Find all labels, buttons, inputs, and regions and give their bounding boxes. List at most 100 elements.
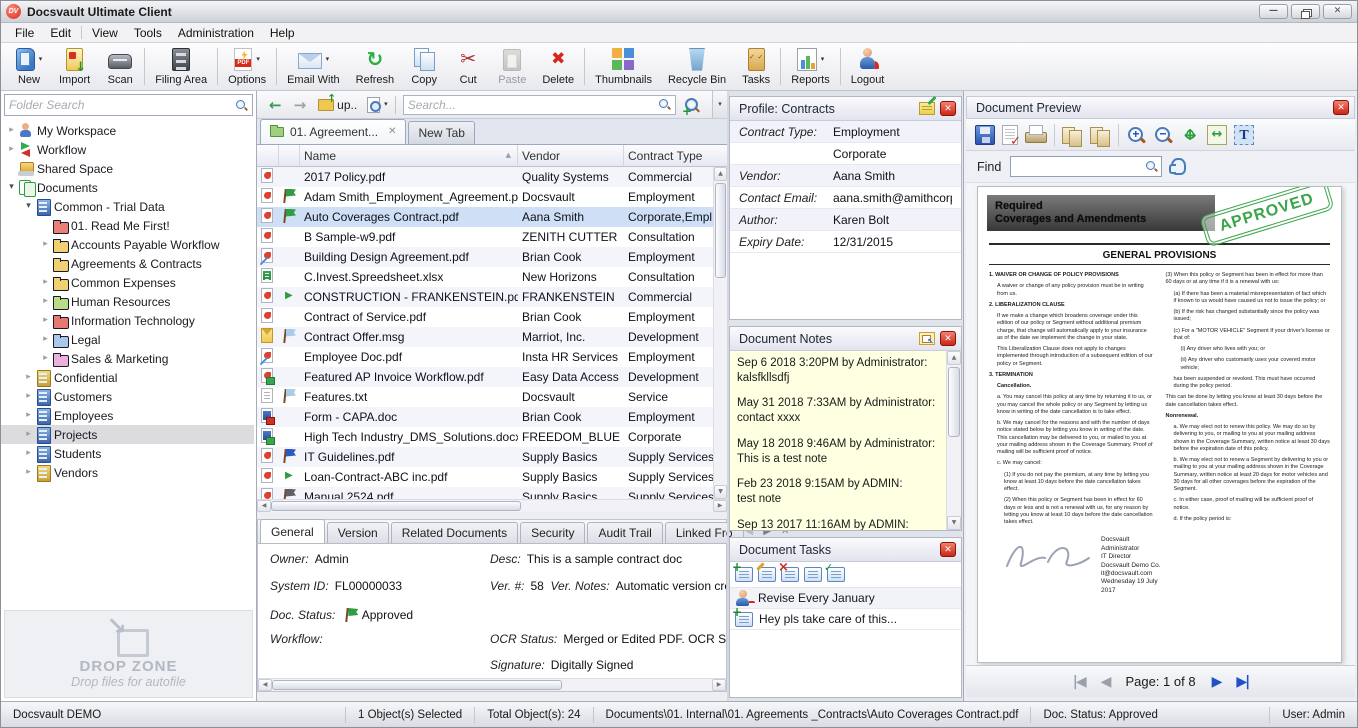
search-icon[interactable] bbox=[658, 98, 671, 111]
tree-item-agreements-contracts[interactable]: Agreements & Contracts bbox=[1, 254, 254, 273]
view-task-icon[interactable] bbox=[804, 567, 822, 582]
recycle-bin-button[interactable]: Recycle Bin bbox=[660, 44, 734, 89]
file-row-construction-frankenstein-pdf[interactable]: CONSTRUCTION - FRANKENSTEIN.pdfFRANKENST… bbox=[257, 287, 713, 307]
details-tab-version[interactable]: Version bbox=[327, 522, 389, 543]
scrollbar-thumb[interactable] bbox=[715, 183, 726, 278]
folder-search-input[interactable] bbox=[9, 98, 235, 112]
task-item-hey-pls-take-care-of-this[interactable]: Hey pls take care of this... bbox=[730, 609, 961, 630]
tree-item-sales-marketing[interactable]: ▸Sales & Marketing bbox=[1, 349, 254, 368]
drop-zone[interactable]: DROP ZONE Drop files for autofile bbox=[4, 610, 253, 698]
expander-collapsed-icon[interactable]: ▸ bbox=[22, 387, 35, 406]
expander-collapsed-icon[interactable]: ▸ bbox=[22, 463, 35, 482]
file-search-input[interactable] bbox=[408, 98, 658, 112]
expander-collapsed-icon[interactable]: ▸ bbox=[39, 311, 52, 330]
toolbar-overflow-button[interactable]: ▾ bbox=[712, 91, 727, 118]
close-icon[interactable] bbox=[940, 331, 956, 346]
tree-item-01-read-me-first[interactable]: 01. Read Me First! bbox=[1, 216, 254, 235]
menu-administration[interactable]: Administration bbox=[170, 24, 262, 42]
menu-help[interactable]: Help bbox=[262, 24, 303, 42]
scroll-up-icon[interactable]: ▲ bbox=[714, 167, 727, 181]
expander-collapsed-icon[interactable]: ▸ bbox=[39, 349, 52, 368]
export-pages-icon[interactable] bbox=[1090, 125, 1111, 145]
column-header-vendor[interactable]: Vendor bbox=[518, 145, 624, 166]
select-text-icon[interactable] bbox=[1234, 125, 1254, 145]
previous-page-icon[interactable]: ◀ bbox=[1101, 675, 1110, 689]
thumbnails-button[interactable]: Thumbnails bbox=[587, 44, 660, 89]
tree-item-projects[interactable]: ▸Projects bbox=[1, 425, 254, 444]
search-icon[interactable] bbox=[235, 99, 248, 112]
dropdown-caret-icon[interactable]: ▾ bbox=[821, 56, 825, 63]
file-row-loan-contract-abc-inc-pdf[interactable]: Loan-Contract-ABC inc.pdfSupply BasicsSu… bbox=[257, 467, 713, 487]
file-row-contract-offer-msg[interactable]: Contract Offer.msgMarriot, Inc.Developme… bbox=[257, 327, 713, 347]
import-button[interactable]: Import bbox=[51, 44, 98, 89]
fit-page-icon[interactable] bbox=[1180, 125, 1200, 145]
file-row-form-capa-doc[interactable]: Form - CAPA.docBrian CookEmployment bbox=[257, 407, 713, 427]
tree-item-workflow[interactable]: ▸Workflow bbox=[1, 140, 254, 159]
popout-note-icon[interactable] bbox=[919, 332, 935, 345]
tree-item-vendors[interactable]: ▸Vendors bbox=[1, 463, 254, 482]
find-input[interactable] bbox=[1014, 160, 1145, 174]
complete-task-icon[interactable] bbox=[827, 567, 845, 582]
tree-item-confidential[interactable]: ▸Confidential bbox=[1, 368, 254, 387]
file-row-auto-coverages-contract-pdf[interactable]: Auto Coverages Contract.pdfAana SmithCor… bbox=[257, 207, 713, 227]
tree-item-accounts-payable-workflow[interactable]: ▸Accounts Payable Workflow bbox=[1, 235, 254, 254]
preview-toggle-icon[interactable] bbox=[367, 97, 380, 113]
scrollbar-thumb[interactable] bbox=[272, 680, 562, 690]
expander-collapsed-icon[interactable]: ▸ bbox=[22, 406, 35, 425]
details-horizontal-scrollbar[interactable]: ◀ ▶ bbox=[258, 678, 726, 691]
details-tab-related-documents[interactable]: Related Documents bbox=[391, 522, 518, 543]
pan-hand-icon[interactable] bbox=[1171, 158, 1186, 175]
tasks-button[interactable]: Tasks bbox=[734, 44, 778, 89]
up-folder-icon[interactable] bbox=[318, 99, 334, 111]
scroll-down-icon[interactable]: ▼ bbox=[947, 516, 961, 530]
close-tab-icon[interactable]: ✕ bbox=[388, 127, 396, 137]
export-icon[interactable] bbox=[1002, 125, 1018, 145]
details-tab-security[interactable]: Security bbox=[520, 522, 585, 543]
menu-tools[interactable]: Tools bbox=[126, 24, 170, 42]
save-icon[interactable] bbox=[975, 125, 995, 145]
up-button[interactable]: up.. bbox=[337, 98, 357, 112]
file-row-b-sample-w9-pdf[interactable]: B Sample-w9.pdfZENITH CUTTERConsultation bbox=[257, 227, 713, 247]
menu-edit[interactable]: Edit bbox=[42, 24, 79, 42]
copy-button[interactable]: Copy bbox=[402, 44, 446, 89]
close-window-button[interactable]: ✕ bbox=[1323, 4, 1352, 19]
scroll-down-icon[interactable]: ▼ bbox=[714, 485, 727, 499]
scroll-right-icon[interactable]: ▶ bbox=[712, 679, 726, 691]
column-header-flag[interactable] bbox=[279, 145, 300, 166]
expander-collapsed-icon[interactable]: ▸ bbox=[39, 330, 52, 349]
file-row-manual-2524-pdf[interactable]: Manual 2524.pdfSupply BasicsSupply Servi… bbox=[257, 487, 713, 499]
file-list-vertical-scrollbar[interactable]: ▲ ▼ bbox=[713, 167, 727, 499]
scrollbar-thumb[interactable] bbox=[948, 367, 960, 437]
file-row-c-invest-spreedsheet-xlsx[interactable]: C.Invest.Spreedsheet.xlsxNew HorizonsCon… bbox=[257, 267, 713, 287]
file-list-horizontal-scrollbar[interactable]: ◀ ▶ bbox=[257, 499, 727, 512]
tree-item-common-expenses[interactable]: ▸Common Expenses bbox=[1, 273, 254, 292]
file-row-high-tech-industry-dms-solutions-docx[interactable]: High Tech Industry_DMS_Solutions.docxFRE… bbox=[257, 427, 713, 447]
restore-button[interactable] bbox=[1291, 4, 1320, 19]
expander-expanded-icon[interactable]: ▾ bbox=[5, 178, 18, 197]
tree-item-documents[interactable]: ▾Documents bbox=[1, 178, 254, 197]
zoom-in-icon[interactable] bbox=[1126, 125, 1146, 145]
file-row-contract-of-service-pdf[interactable]: Contract of Service.pdfBrian CookEmploym… bbox=[257, 307, 713, 327]
scroll-left-icon[interactable]: ◀ bbox=[257, 500, 271, 512]
refresh-button[interactable]: Refresh bbox=[348, 44, 403, 89]
delete-task-icon[interactable] bbox=[781, 567, 799, 582]
tree-item-human-resources[interactable]: ▸Human Resources bbox=[1, 292, 254, 311]
file-row-it-guidelines-pdf[interactable]: IT Guidelines.pdfSupply BasicsSupply Ser… bbox=[257, 447, 713, 467]
edit-task-icon[interactable] bbox=[758, 567, 776, 582]
tree-item-customers[interactable]: ▸Customers bbox=[1, 387, 254, 406]
options-button[interactable]: ▾Options bbox=[220, 44, 274, 89]
cut-button[interactable]: Cut bbox=[446, 44, 490, 89]
tree-item-shared-space[interactable]: Shared Space bbox=[1, 159, 254, 178]
dropdown-caret-icon[interactable]: ▾ bbox=[326, 56, 330, 63]
dropdown-caret-icon[interactable]: ▾ bbox=[256, 56, 260, 63]
column-header-name[interactable]: Name▲ bbox=[300, 145, 518, 166]
scroll-right-icon[interactable]: ▶ bbox=[713, 500, 727, 512]
scrollbar-thumb[interactable] bbox=[271, 501, 521, 511]
delete-button[interactable]: Delete bbox=[534, 44, 582, 89]
zoom-out-icon[interactable] bbox=[1153, 125, 1173, 145]
forward-button[interactable]: → bbox=[288, 95, 313, 115]
expander-collapsed-icon[interactable]: ▸ bbox=[22, 368, 35, 387]
file-row-employee-doc-pdf[interactable]: Employee Doc.pdfInsta HR ServicesEmploym… bbox=[257, 347, 713, 367]
new-button[interactable]: ▾New bbox=[7, 44, 51, 89]
expander-collapsed-icon[interactable]: ▸ bbox=[22, 425, 35, 444]
